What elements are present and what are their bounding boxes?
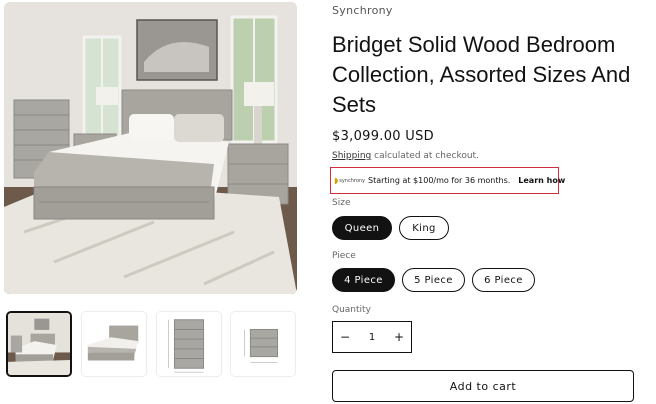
product-price: $3,099.00 USD [332,129,434,144]
piece-option-6[interactable]: 6 Piece [472,268,535,292]
size-option-queen[interactable]: Queen [332,216,392,240]
synchrony-logo-text: synchrony [339,177,366,184]
piece-label: Piece [332,251,356,261]
quantity-increase-button[interactable]: + [387,330,411,344]
quantity-decrease-button[interactable]: − [333,330,357,344]
quantity-label: Quantity [332,305,371,315]
thumbnail-chest-of-drawers[interactable] [156,311,222,377]
product-vendor: Synchrony [332,4,393,17]
add-to-cart-button[interactable]: Add to cart [332,370,634,402]
promo-text: Starting at $100/mo for 36 months. [368,176,511,185]
product-title: Bridget Solid Wood Bedroom Collection, A… [332,32,631,117]
learn-how-link[interactable]: Learn how [518,176,565,185]
thumbnail-bed-frame[interactable] [81,311,147,377]
synchrony-logo: ◗ synchrony [334,176,365,185]
main-product-image[interactable] [4,2,297,294]
shipping-note: Shipping calculated at checkout. [332,151,479,161]
size-option-king[interactable]: King [399,216,449,240]
piece-option-4[interactable]: 4 Piece [332,268,395,292]
quantity-stepper: − 1 + [332,321,412,353]
size-label: Size [332,198,351,208]
piece-option-5[interactable]: 5 Piece [402,268,465,292]
thumbnail-nightstand[interactable] [230,311,296,377]
thumbnail-bedroom-scene[interactable] [6,311,72,377]
synchrony-logo-icon: ◗ [334,176,339,185]
shipping-link[interactable]: Shipping [332,151,371,161]
quantity-input[interactable]: 1 [357,332,387,343]
shipping-text: calculated at checkout. [371,151,479,161]
financing-promo-banner: ◗ synchrony Starting at $100/mo for 36 m… [330,167,565,194]
